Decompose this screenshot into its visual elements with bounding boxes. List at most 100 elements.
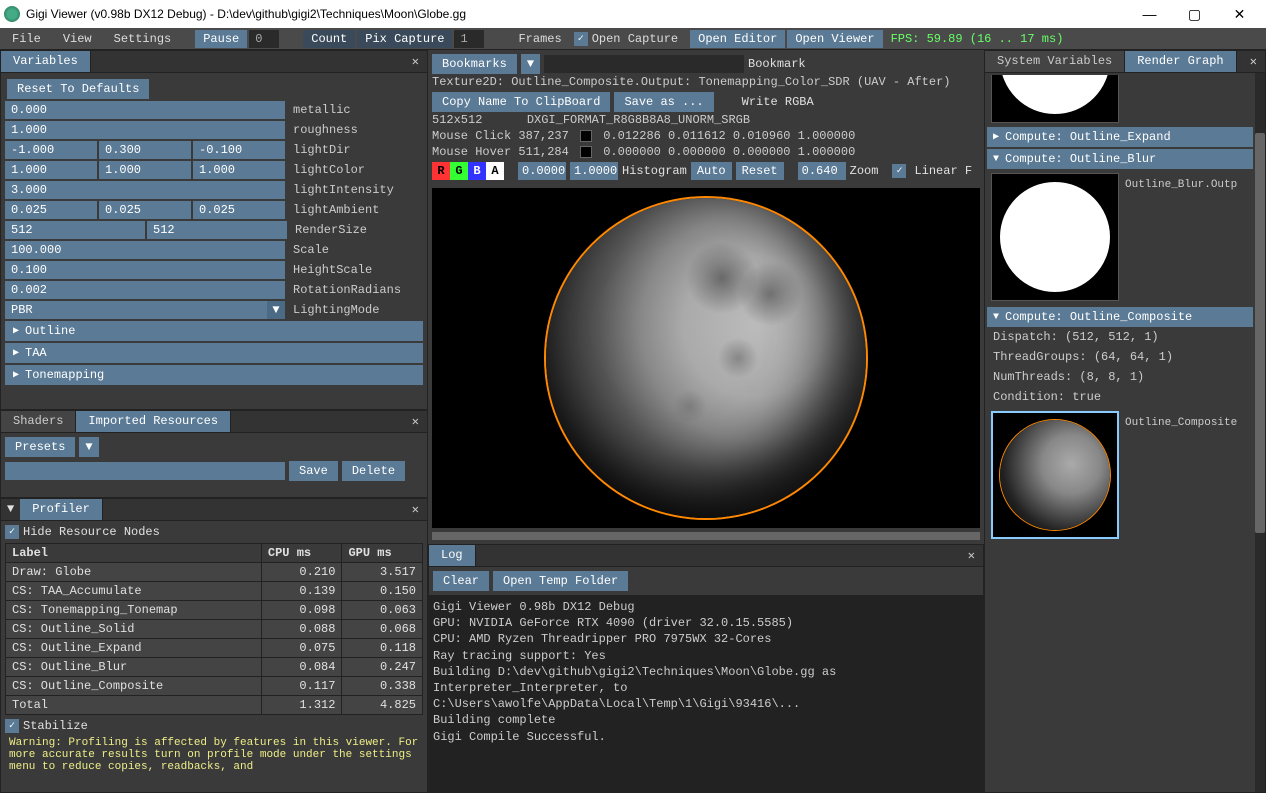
bookmark-input[interactable] [544,55,744,73]
log-tab[interactable]: Log [429,545,476,566]
histogram-min-input[interactable]: 0.0000 [518,162,566,180]
close-button[interactable]: ✕ [1217,0,1262,28]
delete-preset-button[interactable]: Delete [342,461,405,481]
bookmarks-dropdown-icon[interactable]: ▼ [521,54,540,74]
variable-input[interactable] [5,261,285,279]
fps-counter: FPS: 59.89 (16 .. 17 ms) [885,32,1070,46]
variable-input[interactable] [99,201,191,219]
variable-input[interactable] [5,161,97,179]
variable-input[interactable] [5,181,285,199]
minimize-button[interactable]: — [1127,0,1172,28]
dropdown-arrow-icon[interactable]: ▼ [267,301,285,319]
profiler-row[interactable]: CS: Outline_Blur0.0840.247 [6,658,423,677]
variable-input[interactable] [99,161,191,179]
render-graph-tab[interactable]: Render Graph [1125,51,1236,72]
channel-r-button[interactable]: R [432,162,450,180]
variable-input[interactable] [5,101,285,119]
profiler-header[interactable]: Label [6,544,262,563]
log-output[interactable]: Gigi Viewer 0.98b DX12 DebugGPU: NVIDIA … [429,595,983,792]
reset-to-defaults-button[interactable]: Reset To Defaults [7,79,149,99]
variable-input[interactable] [193,161,285,179]
render-graph-node-header[interactable]: ▼Compute: Outline_Blur [987,149,1253,169]
node-title: Compute: Outline_Expand [1005,130,1171,144]
menu-view[interactable]: View [53,30,102,48]
log-clear-button[interactable]: Clear [433,571,489,591]
hide-resource-nodes-checkbox[interactable]: ✓ [5,525,19,539]
system-variables-tab[interactable]: System Variables [985,51,1125,72]
expand-arrow-icon: ▶ [13,369,19,381]
viewport-hscrollbar[interactable] [432,532,980,540]
profiler-close-icon[interactable]: ✕ [404,499,427,520]
lighting-mode-select[interactable]: PBR [5,301,267,319]
variable-input[interactable] [193,201,285,219]
linear-filter-checkbox[interactable]: ✓ [892,164,906,178]
histogram-reset-button[interactable]: Reset [736,162,784,180]
save-as-button[interactable]: Save as ... [614,92,713,112]
texture-viewport[interactable] [432,188,980,528]
open-viewer-button[interactable]: Open Viewer [787,30,882,48]
profiler-tab[interactable]: Profiler [20,499,103,520]
profiler-row[interactable]: Draw: Globe0.2103.517 [6,563,423,582]
variables-panel: Variables ✕ Reset To Defaults metallicro… [0,50,428,410]
maximize-button[interactable]: ▢ [1172,0,1217,28]
render-graph-node-header[interactable]: ▶Compute: Outline_Expand [987,127,1253,147]
shaders-tab[interactable]: Shaders [1,411,76,432]
profiler-header[interactable]: GPU ms [342,544,423,563]
variables-close-icon[interactable]: ✕ [404,51,427,72]
pix-capture-value[interactable]: 1 [454,30,484,48]
menu-file[interactable]: File [2,30,51,48]
profiler-row[interactable]: CS: Outline_Expand0.0750.118 [6,639,423,658]
variable-input[interactable] [5,241,285,259]
zoom-input[interactable]: 0.640 [798,162,846,180]
collapsible-section[interactable]: ▶Tonemapping [5,365,423,385]
stabilize-checkbox[interactable]: ✓ [5,719,19,733]
profiler-row[interactable]: CS: TAA_Accumulate0.1390.150 [6,582,423,601]
collapsible-section[interactable]: ▶TAA [5,343,423,363]
imported-resources-tab[interactable]: Imported Resources [76,411,231,432]
collapsible-section[interactable]: ▶Outline [5,321,423,341]
render-graph-vscrollbar[interactable] [1255,73,1265,792]
histogram-max-input[interactable]: 1.0000 [570,162,618,180]
menu-settings[interactable]: Settings [104,30,182,48]
render-graph-close-icon[interactable]: ✕ [1242,51,1265,72]
channel-b-button[interactable]: B [468,162,486,180]
save-preset-button[interactable]: Save [289,461,338,481]
node-title: Compute: Outline_Composite [1005,310,1192,324]
variable-input[interactable] [5,201,97,219]
variable-input[interactable] [5,141,97,159]
pix-capture-button[interactable]: Pix Capture [357,30,452,48]
bookmarks-button[interactable]: Bookmarks [432,54,517,74]
profiler-dropdown-icon[interactable]: ▼ [1,499,20,520]
render-graph-thumbnail[interactable] [991,173,1119,301]
variable-input[interactable] [193,141,285,159]
profiler-row[interactable]: CS: Tonemapping_Tonemap0.0980.063 [6,601,423,620]
variable-input[interactable] [5,281,285,299]
variable-input[interactable] [147,221,287,239]
profiler-header[interactable]: CPU ms [261,544,342,563]
histogram-label: Histogram [622,164,687,178]
count-button[interactable]: Count [303,30,355,48]
channel-a-button[interactable]: A [486,162,504,180]
pause-value[interactable]: 0 [249,30,279,48]
profiler-row[interactable]: Total1.3124.825 [6,696,423,715]
profiler-row[interactable]: CS: Outline_Composite0.1170.338 [6,677,423,696]
shaders-close-icon[interactable]: ✕ [404,411,427,432]
variable-input[interactable] [5,221,145,239]
profiler-row[interactable]: CS: Outline_Solid0.0880.068 [6,620,423,639]
render-graph-thumbnail[interactable] [991,411,1119,539]
log-open-temp-button[interactable]: Open Temp Folder [493,571,628,591]
variable-label: RotationRadians [287,283,401,297]
pause-button[interactable]: Pause [195,30,247,48]
variable-input[interactable] [5,121,285,139]
render-graph-node-header[interactable]: ▼Compute: Outline_Composite [987,307,1253,327]
variables-tab[interactable]: Variables [1,51,91,72]
channel-g-button[interactable]: G [450,162,468,180]
log-close-icon[interactable]: ✕ [960,545,983,566]
variable-input[interactable] [99,141,191,159]
presets-dropdown-icon[interactable]: ▼ [79,437,98,457]
preset-name-input[interactable] [5,462,285,480]
open-capture-checkbox[interactable]: ✓ [574,32,588,46]
open-editor-button[interactable]: Open Editor [690,30,785,48]
histogram-auto-button[interactable]: Auto [691,162,732,180]
copy-name-button[interactable]: Copy Name To ClipBoard [432,92,610,112]
